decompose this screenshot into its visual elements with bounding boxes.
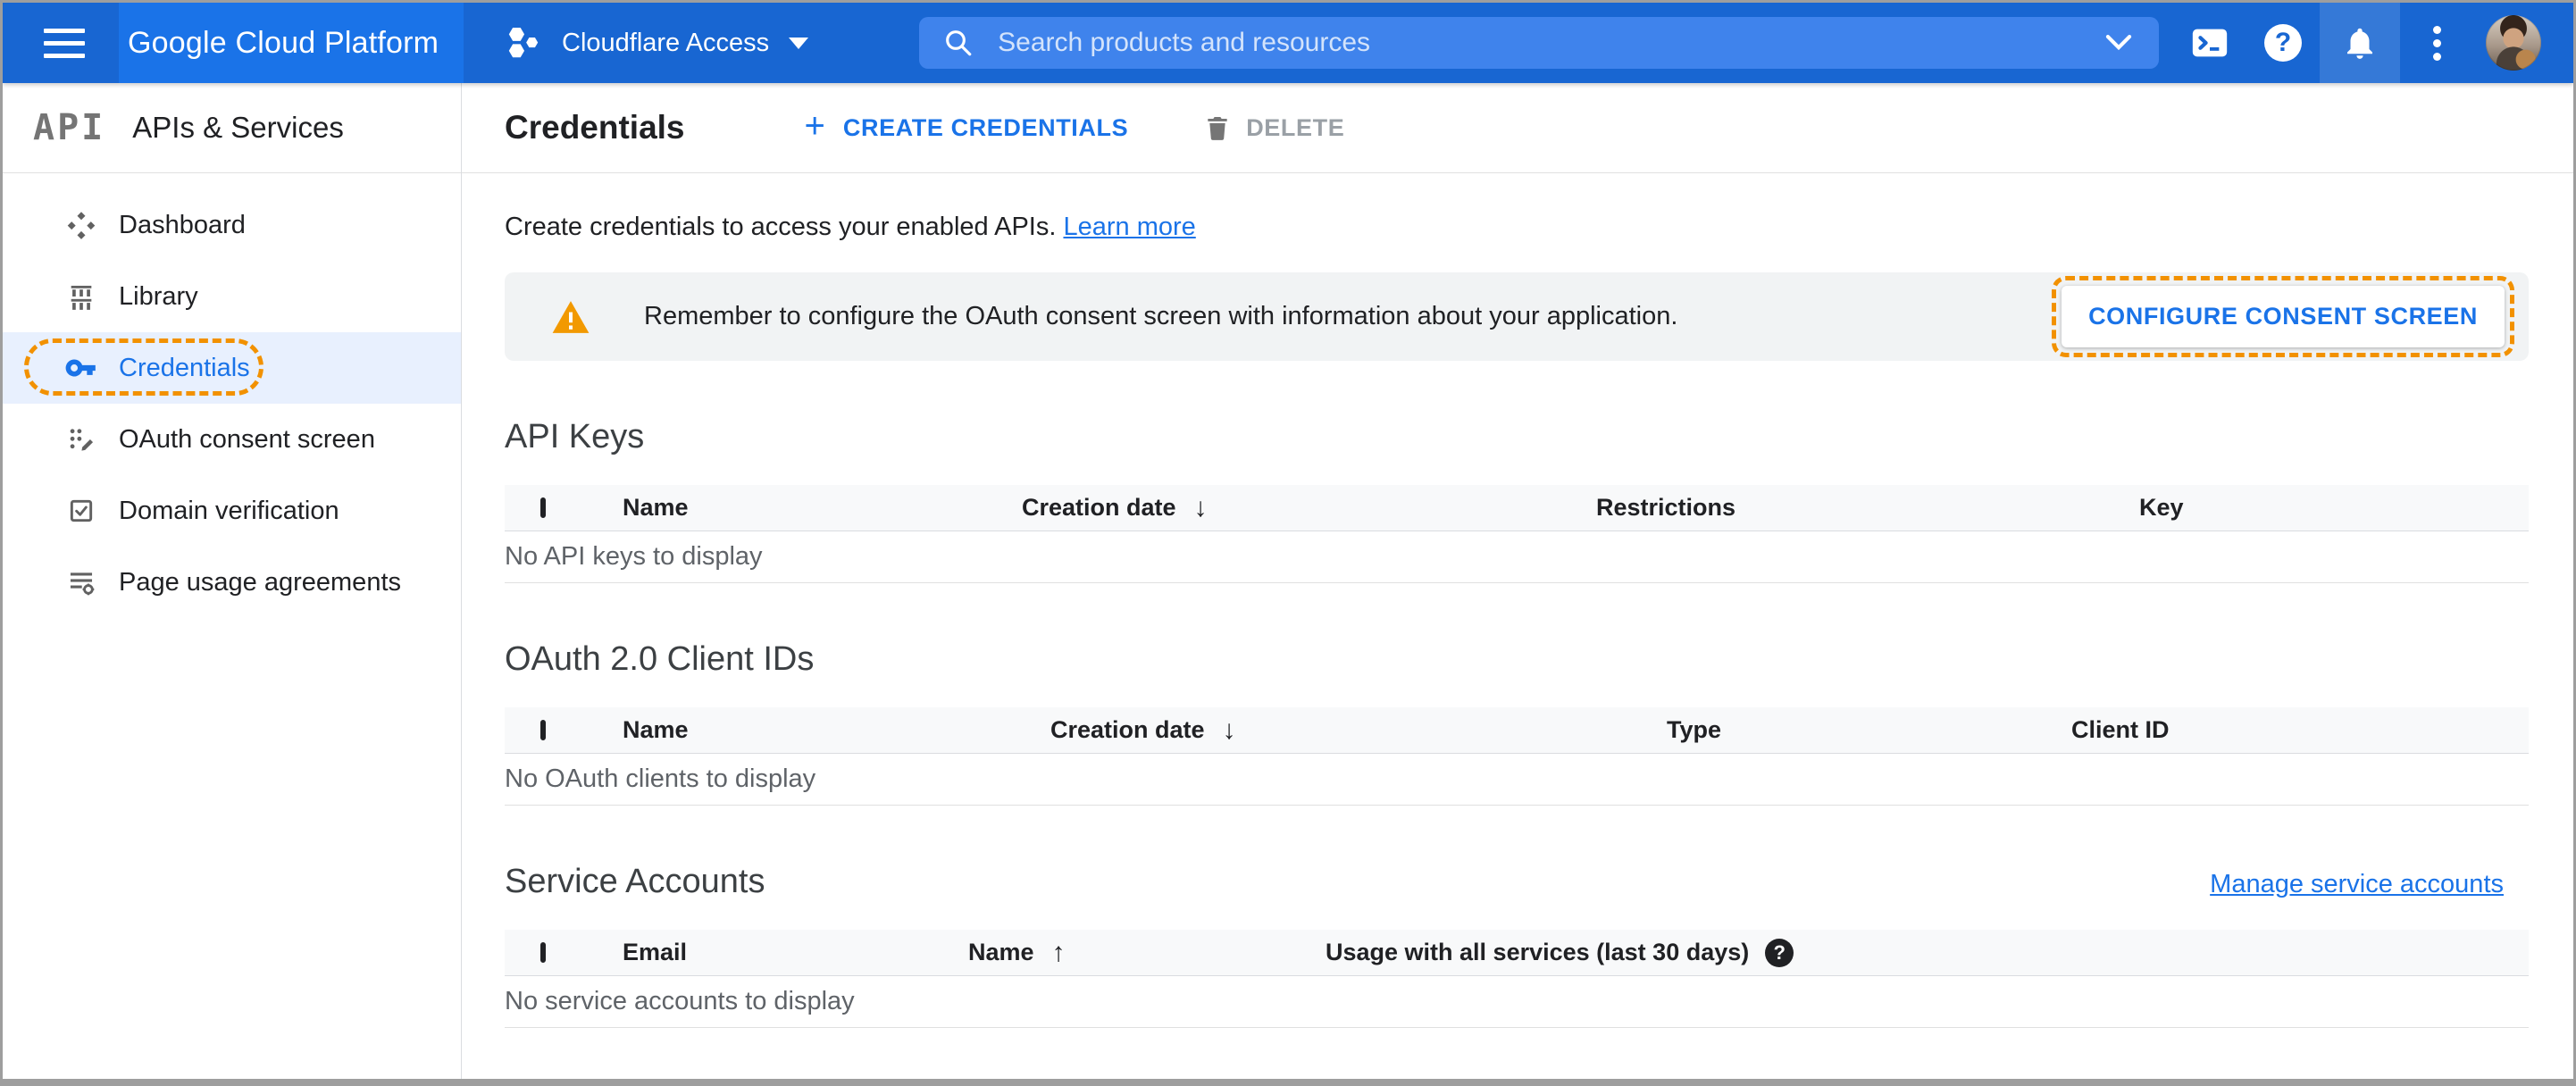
- column-header-type[interactable]: Type: [1667, 716, 2071, 744]
- search-placeholder: Search products and resources: [998, 28, 1371, 57]
- help-icon: ?: [2264, 24, 2302, 62]
- intro-text: Create credentials to access your enable…: [505, 213, 1196, 241]
- column-header-name[interactable]: Name: [623, 716, 1050, 744]
- table-header-row: Email Name ↑ Usage with all services (la…: [505, 930, 2529, 976]
- product-name: Google Cloud Platform: [128, 25, 439, 60]
- project-hexagons-icon: [508, 27, 539, 58]
- column-header-client-id[interactable]: Client ID: [2071, 716, 2529, 744]
- select-all-checkbox[interactable]: [540, 719, 546, 740]
- usage-help-icon[interactable]: ?: [1765, 938, 1794, 967]
- table-header-row: Name Creation date ↓ Restrictions Key: [505, 485, 2529, 531]
- column-header-email[interactable]: Email: [623, 939, 968, 966]
- learn-more-link[interactable]: Learn more: [1063, 213, 1195, 241]
- product-logo[interactable]: Google Cloud Platform: [119, 3, 464, 83]
- page-toolbar: Credentials + CREATE CREDENTIALS DELETE: [462, 83, 2573, 173]
- sidebar-header: API APIs & Services: [3, 83, 461, 173]
- section-title: OAuth 2.0 Client IDs: [505, 640, 815, 678]
- cloud-shell-button[interactable]: [2173, 3, 2246, 83]
- empty-state-row: No API keys to display: [505, 531, 2529, 583]
- column-header-name[interactable]: Name: [623, 494, 1022, 522]
- account-avatar[interactable]: [2486, 15, 2541, 71]
- dashboard-icon: [62, 209, 101, 241]
- cloud-shell-icon: [2192, 29, 2228, 57]
- sidebar-item-dashboard[interactable]: Dashboard: [3, 189, 461, 261]
- project-caret-icon: [789, 37, 809, 49]
- library-icon: [62, 281, 101, 312]
- sidebar-title: APIs & Services: [132, 111, 344, 144]
- table-header-row: Name Creation date ↓ Type Client ID: [505, 707, 2529, 754]
- project-name: Cloudflare Access: [562, 28, 770, 57]
- search-input[interactable]: Search products and resources: [919, 17, 2160, 69]
- domain-verification-icon: [62, 497, 101, 525]
- section-title: Service Accounts: [505, 863, 765, 900]
- sidebar-nav: Dashboard Library Credentials OAuth cons…: [3, 173, 461, 618]
- banner-text: Remember to configure the OAuth consent …: [644, 302, 1678, 330]
- more-options-button[interactable]: [2400, 3, 2473, 83]
- sidebar-item-label: Page usage agreements: [119, 567, 401, 597]
- column-header-key[interactable]: Key: [2139, 494, 2529, 522]
- gcp-console-window: Google Cloud Platform Cloudflare Access …: [0, 0, 2576, 1086]
- api-logo: API: [33, 107, 106, 148]
- trash-icon: [1208, 117, 1227, 140]
- select-all-checkbox[interactable]: [540, 941, 546, 963]
- column-header-restrictions[interactable]: Restrictions: [1596, 494, 2139, 522]
- sidebar-item-label: Library: [119, 281, 198, 311]
- bell-icon: [2347, 28, 2372, 59]
- topbar-actions: ?: [2173, 3, 2564, 83]
- help-button[interactable]: ?: [2246, 3, 2320, 83]
- column-header-creation-date[interactable]: Creation date ↓: [1022, 493, 1596, 523]
- key-icon: [62, 351, 101, 385]
- project-selector[interactable]: Cloudflare Access: [505, 22, 809, 63]
- api-keys-table: Name Creation date ↓ Restrictions Key No…: [505, 485, 2529, 583]
- agreements-icon: [62, 567, 101, 597]
- plus-icon: +: [804, 106, 825, 146]
- column-header-creation-date[interactable]: Creation date ↓: [1050, 715, 1667, 746]
- sort-ascending-icon: ↑: [1051, 937, 1066, 967]
- column-header-name[interactable]: Name ↑: [968, 938, 1326, 968]
- service-accounts-section: Service Accounts Manage service accounts…: [505, 863, 2529, 1028]
- sidebar-item-domain-verification[interactable]: Domain verification: [3, 475, 461, 547]
- consent-warning-banner: Remember to configure the OAuth consent …: [505, 272, 2529, 361]
- manage-service-accounts-link[interactable]: Manage service accounts: [2210, 870, 2504, 899]
- sidebar-item-credentials[interactable]: Credentials: [3, 332, 461, 404]
- sidebar-item-label: Dashboard: [119, 210, 246, 239]
- section-title: API Keys: [505, 418, 645, 455]
- notifications-button[interactable]: [2320, 3, 2400, 83]
- column-header-usage[interactable]: Usage with all services (last 30 days) ?: [1326, 938, 2529, 967]
- sidebar-item-label: Domain verification: [119, 496, 339, 525]
- search-expand-chevron-icon[interactable]: [2102, 29, 2136, 56]
- configure-consent-screen-button[interactable]: CONFIGURE CONSENT SCREEN: [2062, 286, 2505, 347]
- empty-state-row: No service accounts to display: [505, 976, 2529, 1028]
- menu-icon[interactable]: [44, 28, 85, 58]
- sort-descending-icon: ↓: [1193, 492, 1208, 522]
- select-all-checkbox[interactable]: [540, 497, 546, 518]
- sidebar-item-label: Credentials: [119, 353, 250, 382]
- annotation-dashed-outline: CONFIGURE CONSENT SCREEN: [2052, 276, 2514, 357]
- main-panel: Credentials + CREATE CREDENTIALS DELETE …: [462, 83, 2573, 1079]
- sidebar-item-oauth-consent-screen[interactable]: OAuth consent screen: [3, 404, 461, 475]
- empty-state-row: No OAuth clients to display: [505, 754, 2529, 806]
- page-content: Create credentials to access your enable…: [462, 173, 2573, 1028]
- sidebar-item-library[interactable]: Library: [3, 261, 461, 332]
- sidebar-item-page-usage-agreements[interactable]: Page usage agreements: [3, 547, 461, 618]
- sidebar-item-label: OAuth consent screen: [119, 424, 375, 454]
- consent-screen-icon: [62, 424, 101, 455]
- search-icon: [946, 30, 972, 56]
- create-credentials-button[interactable]: + CREATE CREDENTIALS: [805, 108, 1129, 144]
- page-title: Credentials: [505, 109, 685, 146]
- delete-button[interactable]: DELETE: [1203, 113, 1344, 142]
- oauth-clients-section: OAuth 2.0 Client IDs Name Creation date …: [505, 640, 2529, 806]
- sort-descending-icon: ↓: [1222, 714, 1236, 745]
- sidebar: API APIs & Services Dashboard Library Cr…: [3, 83, 462, 1079]
- kebab-icon: [2432, 25, 2441, 61]
- service-accounts-table: Email Name ↑ Usage with all services (la…: [505, 930, 2529, 1028]
- api-keys-section: API Keys Name Creation date ↓ Restrictio…: [505, 418, 2529, 583]
- warning-icon: [552, 300, 590, 333]
- oauth-clients-table: Name Creation date ↓ Type Client ID No O…: [505, 707, 2529, 806]
- top-navigation-bar: Google Cloud Platform Cloudflare Access …: [3, 3, 2573, 83]
